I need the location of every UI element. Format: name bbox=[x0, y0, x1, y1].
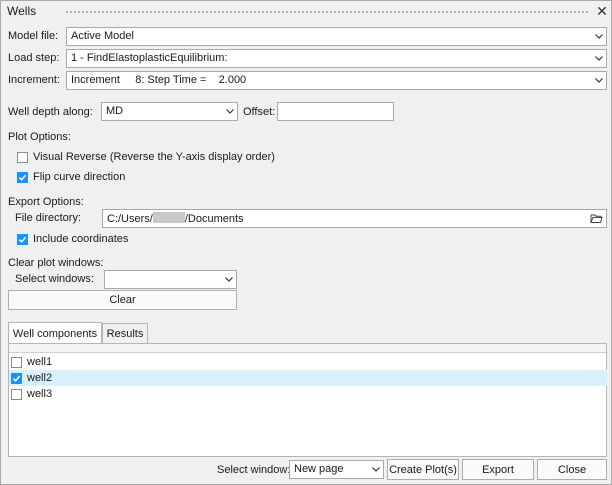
chevron-down-icon bbox=[592, 28, 606, 45]
well-components-list: well1 well2 well3 bbox=[8, 343, 607, 457]
close-icon[interactable]: ✕ bbox=[594, 3, 610, 19]
select-window-dropdown[interactable]: New page bbox=[289, 460, 384, 479]
export-options-heading: Export Options: bbox=[8, 196, 84, 208]
select-window-value: New page bbox=[294, 463, 344, 475]
include-coordinates-option[interactable]: Include coordinates bbox=[17, 233, 128, 245]
wells-dialog: Wells ✕ Model file: Active Model Load st… bbox=[0, 0, 612, 485]
create-plot-button[interactable]: Create Plot(s) bbox=[387, 459, 459, 480]
clear-button[interactable]: Clear bbox=[8, 290, 237, 310]
path-prefix: C:/Users/ bbox=[107, 213, 153, 225]
checkmark-icon bbox=[18, 174, 27, 181]
model-file-label: Model file: bbox=[8, 30, 59, 42]
export-button[interactable]: Export bbox=[462, 459, 534, 480]
window-title: Wells bbox=[7, 4, 37, 18]
select-window-label: Select window: bbox=[217, 464, 291, 476]
chevron-down-icon bbox=[223, 103, 237, 120]
visual-reverse-option[interactable]: Visual Reverse (Reverse the Y-axis displ… bbox=[17, 151, 275, 163]
well2-label: well2 bbox=[27, 372, 53, 384]
increment-label: Increment: bbox=[8, 74, 60, 86]
visual-reverse-label: Visual Reverse (Reverse the Y-axis displ… bbox=[33, 151, 275, 163]
chevron-down-icon bbox=[592, 50, 606, 67]
well-depth-label: Well depth along: bbox=[8, 106, 93, 118]
load-step-dropdown[interactable]: 1 - FindElastoplasticEquilibrium: bbox=[66, 49, 607, 68]
well1-checkbox[interactable] bbox=[11, 356, 22, 368]
chevron-down-icon bbox=[222, 271, 236, 288]
list-item[interactable]: well2 bbox=[9, 370, 607, 386]
load-step-label: Load step: bbox=[8, 52, 60, 64]
load-step-value: 1 - FindElastoplasticEquilibrium: bbox=[71, 52, 228, 64]
redacted-username bbox=[152, 212, 185, 223]
checkmark-icon bbox=[12, 375, 21, 382]
clear-plot-heading: Clear plot windows: bbox=[8, 257, 104, 269]
flip-curve-label: Flip curve direction bbox=[33, 171, 126, 183]
select-windows-dropdown[interactable] bbox=[104, 270, 237, 289]
visual-reverse-checkbox[interactable] bbox=[17, 151, 28, 163]
well-depth-value: MD bbox=[106, 105, 124, 117]
list-item[interactable]: well1 bbox=[9, 354, 607, 370]
flip-curve-option[interactable]: Flip curve direction bbox=[17, 171, 125, 183]
checkmark-icon bbox=[18, 236, 27, 243]
tab-results[interactable]: Results bbox=[102, 323, 148, 343]
file-directory-label: File directory: bbox=[15, 212, 82, 224]
chevron-down-icon bbox=[369, 461, 383, 478]
increment-dropdown[interactable]: Increment 8: Step Time = 2.000 bbox=[66, 71, 607, 90]
plot-options-heading: Plot Options: bbox=[8, 131, 71, 143]
well-depth-dropdown[interactable]: MD bbox=[101, 102, 238, 121]
tab-well-components[interactable]: Well components bbox=[8, 322, 102, 344]
offset-label: Offset: bbox=[243, 106, 276, 118]
well1-label: well1 bbox=[27, 356, 53, 368]
model-file-value: Active Model bbox=[71, 30, 134, 42]
list-header bbox=[9, 344, 606, 353]
well3-checkbox[interactable] bbox=[11, 388, 22, 400]
drag-grip[interactable] bbox=[65, 10, 589, 14]
chevron-down-icon bbox=[592, 72, 606, 89]
include-coordinates-checkbox[interactable] bbox=[17, 233, 28, 245]
increment-value: Increment 8: Step Time = 2.000 bbox=[71, 74, 247, 86]
include-coordinates-label: Include coordinates bbox=[33, 233, 129, 245]
select-windows-label: Select windows: bbox=[15, 273, 94, 285]
path-suffix: /Documents bbox=[184, 213, 244, 225]
close-button[interactable]: Close bbox=[537, 459, 607, 480]
flip-curve-checkbox[interactable] bbox=[17, 171, 28, 183]
title-bar[interactable]: Wells ✕ bbox=[1, 1, 611, 23]
model-file-dropdown[interactable]: Active Model bbox=[66, 27, 607, 46]
well3-label: well3 bbox=[27, 388, 53, 400]
well2-checkbox[interactable] bbox=[11, 372, 22, 384]
file-directory-input[interactable]: C:/Users/ /Documents bbox=[102, 209, 607, 228]
list-item[interactable]: well3 bbox=[9, 386, 607, 402]
folder-open-icon[interactable] bbox=[590, 212, 603, 225]
offset-input[interactable] bbox=[277, 102, 394, 121]
